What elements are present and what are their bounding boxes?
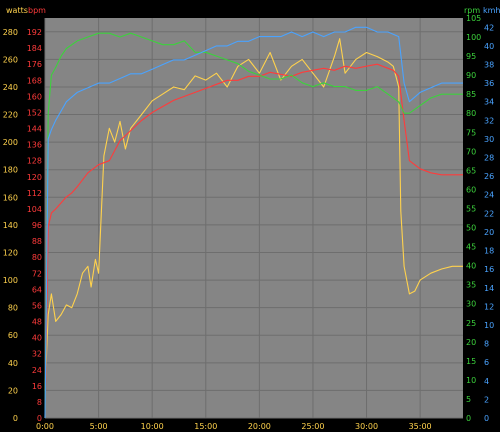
watts-tick-label: 60 bbox=[8, 331, 18, 340]
x-tick-label: 35:00 bbox=[409, 422, 432, 431]
x-tick-label: 15:00 bbox=[194, 422, 217, 431]
x-tick-label: 10:00 bbox=[141, 422, 164, 431]
rpm-tick-label: 0 bbox=[466, 414, 471, 423]
watts-tick-label: 20 bbox=[8, 386, 18, 395]
bpm-tick-label: 128 bbox=[27, 157, 42, 166]
kmh-tick-label: 12 bbox=[484, 302, 494, 311]
bpm-tick-label: 16 bbox=[32, 382, 42, 391]
rpm-tick-label: 60 bbox=[466, 185, 476, 194]
bpm-tick-label: 136 bbox=[27, 141, 42, 150]
rpm-tick-label: 100 bbox=[466, 33, 481, 42]
rpm-tick-label: 80 bbox=[466, 109, 476, 118]
rpm-tick-label: 10 bbox=[466, 376, 476, 385]
plot-area bbox=[45, 18, 463, 418]
rpm-tick-label: 25 bbox=[466, 319, 476, 328]
kmh-tick-label: 16 bbox=[484, 265, 494, 274]
rpm-tick-label: 90 bbox=[466, 71, 476, 80]
bpm-tick-label: 0 bbox=[37, 414, 42, 423]
kmh-tick-label: 10 bbox=[484, 321, 494, 330]
kmh-tick-label: 0 bbox=[484, 414, 489, 423]
kmh-tick-label: 34 bbox=[484, 98, 494, 107]
kmh-tick-label: 42 bbox=[484, 23, 494, 32]
watts-tick-label: 260 bbox=[3, 55, 18, 64]
kmh-tick-label: 2 bbox=[484, 395, 489, 404]
kmh-tick-label: 38 bbox=[484, 61, 494, 70]
rpm-axis-title: rpm bbox=[464, 6, 480, 15]
bpm-tick-label: 24 bbox=[32, 366, 42, 375]
kmh-tick-label: 28 bbox=[484, 154, 494, 163]
kmh-tick-label: 26 bbox=[484, 172, 494, 181]
rpm-tick-label: 65 bbox=[466, 166, 476, 175]
bpm-tick-label: 80 bbox=[32, 253, 42, 262]
bpm-axis-title: bpm bbox=[28, 6, 46, 15]
rpm-tick-label: 45 bbox=[466, 243, 476, 252]
rpm-tick-label: 35 bbox=[466, 281, 476, 290]
rpm-tick-label: 75 bbox=[466, 128, 476, 137]
bpm-tick-label: 160 bbox=[27, 92, 42, 101]
watts-tick-label: 40 bbox=[8, 359, 18, 368]
watts-tick-label: 160 bbox=[3, 193, 18, 202]
rpm-tick-label: 40 bbox=[466, 262, 476, 271]
bpm-tick-label: 72 bbox=[32, 269, 42, 278]
bpm-tick-label: 104 bbox=[27, 205, 42, 214]
rpm-tick-label: 85 bbox=[466, 90, 476, 99]
bpm-tick-label: 112 bbox=[27, 189, 42, 198]
kmh-tick-label: 22 bbox=[484, 209, 494, 218]
watts-tick-label: 180 bbox=[3, 166, 18, 175]
watts-tick-label: 220 bbox=[3, 111, 18, 120]
kmh-tick-label: 32 bbox=[484, 116, 494, 125]
rpm-tick-label: 30 bbox=[466, 300, 476, 309]
x-tick-label: 20:00 bbox=[248, 422, 271, 431]
rpm-tick-label: 70 bbox=[466, 147, 476, 156]
watts-tick-label: 140 bbox=[3, 221, 18, 230]
watts-tick-label: 0 bbox=[13, 414, 18, 423]
watts-tick-label: 120 bbox=[3, 248, 18, 257]
x-tick-label: 5:00 bbox=[90, 422, 108, 431]
rpm-tick-label: 55 bbox=[466, 204, 476, 213]
watts-tick-label: 80 bbox=[8, 304, 18, 313]
rpm-tick-label: 95 bbox=[466, 52, 476, 61]
kmh-tick-label: 14 bbox=[484, 284, 494, 293]
kmh-tick-label: 30 bbox=[484, 135, 494, 144]
x-tick-label: 30:00 bbox=[355, 422, 378, 431]
bpm-tick-label: 152 bbox=[27, 108, 42, 117]
bpm-tick-label: 168 bbox=[27, 76, 42, 85]
bpm-tick-label: 8 bbox=[37, 398, 42, 407]
bpm-tick-label: 48 bbox=[32, 318, 42, 327]
kmh-axis-title: kmh bbox=[483, 6, 500, 15]
bpm-tick-label: 40 bbox=[32, 334, 42, 343]
rpm-tick-label: 5 bbox=[466, 395, 471, 404]
rpm-tick-label: 15 bbox=[466, 357, 476, 366]
kmh-tick-label: 24 bbox=[484, 191, 494, 200]
kmh-tick-label: 6 bbox=[484, 358, 489, 367]
watts-tick-label: 240 bbox=[3, 83, 18, 92]
bpm-tick-label: 64 bbox=[32, 285, 42, 294]
rpm-tick-label: 20 bbox=[466, 338, 476, 347]
kmh-tick-label: 8 bbox=[484, 340, 489, 349]
bpm-tick-label: 56 bbox=[32, 301, 42, 310]
multi-axis-line-chart: 0:00 5:00 10:00 15:00 20:00 25:00 30:00 35:00 0 2… bbox=[0, 0, 500, 432]
bpm-tick-label: 32 bbox=[32, 350, 42, 359]
bpm-tick-label: 144 bbox=[27, 125, 42, 134]
bpm-tick-label: 176 bbox=[27, 60, 42, 69]
bpm-tick-label: 184 bbox=[27, 44, 42, 53]
watts-tick-label: 280 bbox=[3, 28, 18, 37]
watts-axis-title: watts bbox=[6, 6, 28, 15]
kmh-tick-label: 18 bbox=[484, 247, 494, 256]
watts-tick-label: 100 bbox=[3, 276, 18, 285]
bpm-tick-label: 120 bbox=[27, 173, 42, 182]
x-tick-label: 0:00 bbox=[36, 422, 54, 431]
bpm-tick-label: 96 bbox=[32, 221, 42, 230]
kmh-tick-label: 40 bbox=[484, 42, 494, 51]
kmh-tick-label: 36 bbox=[484, 79, 494, 88]
bpm-tick-label: 192 bbox=[27, 28, 42, 37]
kmh-tick-label: 4 bbox=[484, 377, 489, 386]
watts-tick-label: 200 bbox=[3, 138, 18, 147]
x-tick-label: 25:00 bbox=[301, 422, 324, 431]
kmh-tick-label: 20 bbox=[484, 228, 494, 237]
rpm-tick-label: 105 bbox=[466, 14, 481, 23]
bpm-tick-label: 88 bbox=[32, 237, 42, 246]
rpm-tick-label: 50 bbox=[466, 224, 476, 233]
